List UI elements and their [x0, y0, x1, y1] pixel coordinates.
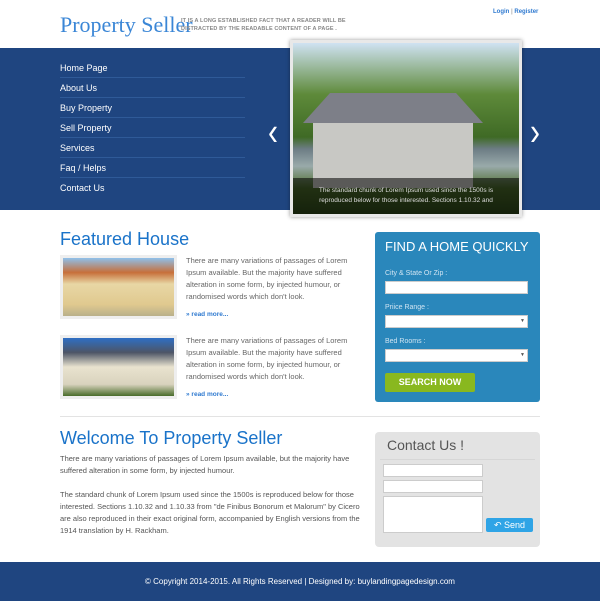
city-label: City & State Or Zip : — [385, 270, 448, 277]
price-label: Priice Range : — [385, 304, 429, 311]
contact-divider — [380, 459, 535, 460]
nav-buy[interactable]: Buy Property — [60, 98, 245, 118]
welcome-paragraph-2: The standard chunk of Lorem Ipsum used s… — [60, 490, 360, 535]
search-now-button[interactable]: SEARCH NOW — [385, 373, 475, 392]
reply-arrow-icon: ↶ — [493, 520, 504, 530]
read-more-link-1[interactable]: » read more... — [186, 311, 228, 318]
welcome-paragraph-1: There are many variations of passages of… — [60, 454, 350, 475]
chevron-down-icon: ▼ — [520, 352, 525, 358]
contact-message-textarea[interactable] — [383, 496, 483, 533]
featured-text-2: There are many variations of passages of… — [186, 336, 348, 381]
contact-email-input[interactable] — [383, 480, 483, 493]
house-image — [313, 113, 473, 188]
house-roof — [303, 93, 483, 123]
logo[interactable]: Property Seller — [60, 12, 193, 38]
divider — [60, 416, 540, 417]
featured-text-1: There are many variations of passages of… — [186, 256, 348, 301]
featured-title: Featured House — [60, 229, 190, 249]
price-select[interactable]: ▼ — [385, 315, 528, 328]
find-home-panel: FIND A HOME QUICKLY City & State Or Zip … — [375, 232, 540, 402]
chevron-down-icon: ▼ — [520, 318, 525, 324]
featured-house-thumb-2[interactable] — [60, 335, 177, 399]
nav-sell[interactable]: Sell Property — [60, 118, 245, 138]
slider-prev-arrow[interactable]: ‹ — [268, 113, 278, 153]
nav-about[interactable]: About Us — [60, 78, 245, 98]
contact-name-input[interactable] — [383, 464, 483, 477]
nav-services[interactable]: Services — [60, 138, 245, 158]
slider-image: The standard chunk of Lorem Ipsum used s… — [290, 40, 522, 217]
bed-label: Bed Rooms : — [385, 338, 426, 345]
featured-house-thumb-1[interactable] — [60, 255, 177, 319]
register-link[interactable]: Register — [514, 9, 538, 15]
welcome-title: Welcome To Property Seller — [60, 428, 283, 448]
tagline: IT IS A LONG ESTABLISHED FACT THAT A REA… — [181, 18, 346, 32]
contact-title: Contact Us ! — [387, 437, 465, 453]
slider-next-arrow[interactable]: › — [530, 113, 540, 153]
bedrooms-select[interactable]: ▼ — [385, 349, 528, 362]
footer: © Copyright 2014-2015. All Rights Reserv… — [0, 562, 600, 601]
find-title: FIND A HOME QUICKLY — [385, 239, 529, 254]
read-more-link-2[interactable]: » read more... — [186, 391, 228, 398]
nav-contact[interactable]: Contact Us — [60, 178, 245, 198]
nav-faq[interactable]: Faq / Helps — [60, 158, 245, 178]
send-label: Send — [504, 520, 526, 530]
nav-home[interactable]: Home Page — [60, 58, 245, 78]
separator: | — [511, 9, 513, 15]
auth-links: Login | Register — [493, 9, 538, 15]
login-link[interactable]: Login — [493, 9, 509, 15]
send-button[interactable]: ↶ Send — [486, 518, 533, 532]
city-input[interactable] — [385, 281, 528, 294]
contact-panel: Contact Us ! ↶ Send — [375, 432, 540, 547]
slider-caption: The standard chunk of Lorem Ipsum used s… — [293, 178, 519, 214]
